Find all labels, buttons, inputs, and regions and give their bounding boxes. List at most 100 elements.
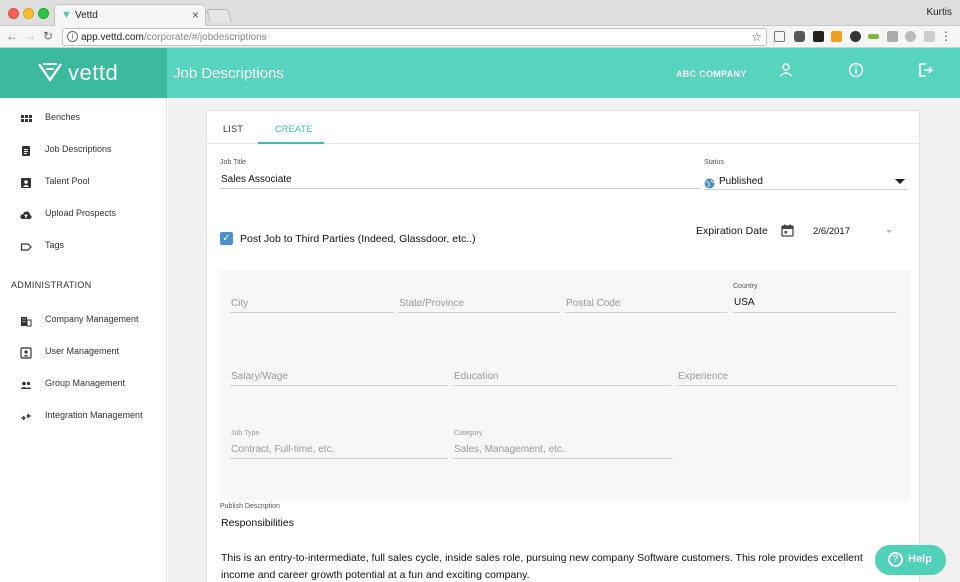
salary-input[interactable]: Salary/Wage <box>231 371 288 382</box>
browser-menu-icon[interactable]: ⋮ <box>940 29 952 43</box>
category-underline <box>453 458 673 459</box>
status-dropdown-arrow-icon[interactable] <box>895 179 905 184</box>
logout-icon[interactable] <box>916 61 934 79</box>
expiration-dropdown-arrow-icon[interactable] <box>886 230 892 233</box>
extension-icon[interactable] <box>887 31 898 42</box>
calendar-icon[interactable] <box>781 224 794 242</box>
job-type-underline <box>230 458 448 459</box>
job-description-card: LIST CREATE Job Title Sales Associate St… <box>206 110 921 582</box>
company-name[interactable]: ABC COMPANY <box>676 69 747 79</box>
location-details-panel: City State/Province Postal Code Country … <box>220 270 910 500</box>
browser-tab[interactable]: ▼ Vettd × <box>54 4 206 26</box>
experience-input[interactable]: Experience <box>678 371 728 382</box>
expiration-date-label: Expiration Date <box>696 225 768 237</box>
sidebar-item-label: Talent Pool <box>45 176 90 186</box>
extension-check-icon[interactable] <box>831 31 842 42</box>
grid-icon <box>20 112 32 124</box>
sidebar-item-label: Company Management <box>45 314 139 324</box>
reload-icon[interactable]: ↻ <box>43 29 53 43</box>
logo-bar: vettd <box>0 48 167 98</box>
settings-extension-icon[interactable] <box>850 31 861 42</box>
post-third-party-label: Post Job to Third Parties (Indeed, Glass… <box>240 233 476 245</box>
browser-titlebar: ▼ Vettd × Kurtis <box>0 0 960 26</box>
administration-section-title: ADMINISTRATION <box>11 280 92 290</box>
question-icon: ? <box>888 552 903 567</box>
sync-extension-icon[interactable] <box>924 31 935 42</box>
browser-user-name[interactable]: Kurtis <box>926 7 952 18</box>
sidebar-item-group-management[interactable]: Group Management <box>0 372 167 396</box>
site-info-icon[interactable]: i <box>67 31 78 42</box>
job-title-input[interactable]: Sales Associate <box>221 174 292 185</box>
sidebar-item-talent-pool[interactable]: Talent Pool <box>0 170 167 194</box>
category-input[interactable]: Sales, Management, etc. <box>454 444 565 455</box>
description-heading[interactable]: Responsibilities <box>221 517 294 529</box>
bookmark-star-icon[interactable]: ☆ <box>751 30 762 44</box>
sidebar: Benches Job Descriptions Talent Pool Upl… <box>0 98 167 582</box>
pocket-icon[interactable] <box>794 31 805 42</box>
state-input[interactable]: State/Province <box>399 298 464 309</box>
status-label: Status <box>704 159 724 166</box>
info-icon[interactable] <box>847 61 865 79</box>
sidebar-item-user-management[interactable]: User Management <box>0 340 167 364</box>
job-title-underline <box>220 188 700 189</box>
page-title: Job Descriptions <box>173 65 284 82</box>
building-icon <box>20 314 32 327</box>
cloud-extension-icon[interactable] <box>905 31 916 42</box>
tab-list[interactable]: LIST <box>223 124 243 134</box>
expiration-date-input[interactable]: 2/6/2017 <box>813 226 850 237</box>
education-input[interactable]: Education <box>454 371 498 382</box>
salary-underline <box>230 385 448 386</box>
country-underline <box>733 312 897 313</box>
main-content: LIST CREATE Job Title Sales Associate St… <box>168 98 960 582</box>
category-label: Category <box>454 430 483 437</box>
vettd-logo-icon <box>38 62 62 87</box>
address-bar[interactable]: i app.vettd.com/corporate/#/jobdescripti… <box>62 28 767 46</box>
vettd-logo-mark-icon <box>38 63 62 83</box>
job-type-input[interactable]: Contract, Full-time, etc. <box>231 444 334 455</box>
active-tab-indicator <box>258 142 324 144</box>
sidebar-item-label: Upload Prospects <box>45 208 117 218</box>
maximize-window-button[interactable] <box>38 8 49 19</box>
user-box-icon <box>20 346 32 359</box>
country-label: Country <box>733 283 758 290</box>
cast-icon[interactable] <box>774 31 785 42</box>
sidebar-item-label: Integration Management <box>45 410 143 420</box>
postal-code-input[interactable]: Postal Code <box>566 298 620 309</box>
globe-icon <box>704 176 715 194</box>
tab-title: Vettd <box>75 10 98 21</box>
tab-close-icon[interactable]: × <box>192 8 199 22</box>
tab-bar: LIST CREATE <box>207 111 921 144</box>
status-select[interactable]: Published <box>719 176 763 187</box>
sidebar-item-label: Benches <box>45 112 81 122</box>
sidebar-item-tags[interactable]: Tags <box>0 234 167 258</box>
back-arrow-icon[interactable]: ← <box>6 29 18 43</box>
tab-create[interactable]: CREATE <box>275 124 313 134</box>
logo-text: vettd <box>68 60 119 85</box>
close-window-button[interactable] <box>8 8 19 19</box>
city-input[interactable]: City <box>231 298 248 309</box>
post-third-party-checkbox[interactable]: ✓ <box>220 232 233 245</box>
city-underline <box>230 312 393 313</box>
clipboard-icon <box>20 144 32 156</box>
minimize-window-button[interactable] <box>23 8 34 19</box>
new-tab-button[interactable] <box>206 9 232 22</box>
evernote-extension-icon[interactable] <box>868 34 879 39</box>
url-path: /corporate/#/jobdescriptions <box>143 32 267 43</box>
user-icon[interactable] <box>777 61 795 79</box>
cloud-upload-icon <box>20 208 32 220</box>
sidebar-item-upload-prospects[interactable]: Upload Prospects <box>0 202 167 226</box>
sidebar-item-company-management[interactable]: Company Management <box>0 308 167 332</box>
sidebar-item-label: User Management <box>45 346 120 356</box>
postal-code-underline <box>565 312 727 313</box>
forward-arrow-icon[interactable]: → <box>24 29 36 43</box>
description-body[interactable]: This is an entry-to-intermediate, full s… <box>221 550 891 582</box>
sidebar-item-integration-management[interactable]: Integration Management <box>0 404 167 428</box>
sidebar-item-job-descriptions[interactable]: Job Descriptions <box>0 138 167 162</box>
amazon-icon[interactable] <box>813 31 824 42</box>
country-input[interactable]: USA <box>734 297 755 308</box>
help-button[interactable]: ? Help <box>875 545 946 575</box>
tag-icon <box>20 240 32 252</box>
sidebar-item-benches[interactable]: Benches <box>0 106 167 130</box>
integration-icon <box>20 410 32 422</box>
sidebar-item-label: Group Management <box>45 378 126 388</box>
